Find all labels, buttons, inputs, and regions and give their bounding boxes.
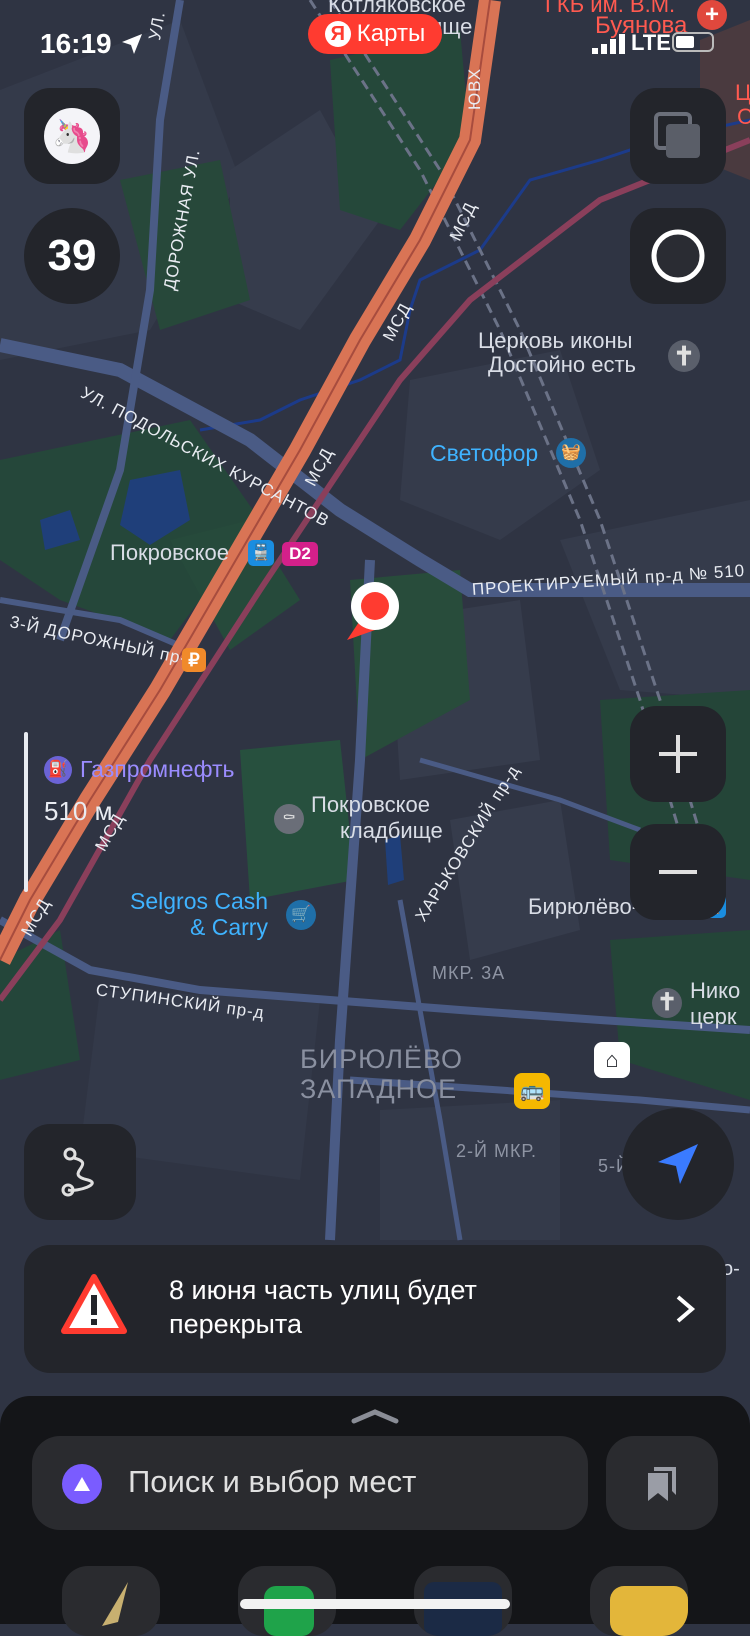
status-bar: 16:19 Я Карты LTE xyxy=(0,0,750,90)
navigation-arrow-icon xyxy=(658,1144,698,1184)
battery-icon xyxy=(672,32,714,52)
fuel-icon[interactable]: ⛽ xyxy=(44,756,72,784)
shop-basket-icon[interactable]: 🧺 xyxy=(556,438,586,468)
mkr-3a-label: МКР. 3А xyxy=(432,963,506,983)
network-type: LTE xyxy=(631,30,671,55)
alert-message: 8 июня часть улиц будет перекрыта xyxy=(169,1275,477,1339)
train-icon[interactable]: 🚆 xyxy=(248,540,274,566)
poi-cemetery-label-2[interactable]: кладбище xyxy=(340,818,443,844)
poi-cemetery-label[interactable]: Покровское xyxy=(311,792,430,818)
route-button[interactable] xyxy=(24,1124,136,1220)
status-time: 16:19 xyxy=(40,28,112,59)
quick-action-navigator[interactable] xyxy=(62,1566,160,1636)
bus-stop-icon[interactable]: 🚌 xyxy=(514,1073,550,1109)
alice-button[interactable] xyxy=(630,208,726,304)
bottom-sheet[interactable]: Поиск и выбор мест xyxy=(0,1396,750,1636)
alice-ring-icon xyxy=(651,229,705,283)
minus-icon xyxy=(659,870,697,874)
atm-ruble-icon[interactable]: ₽ xyxy=(182,648,206,672)
label-edge-s: С xyxy=(737,104,750,129)
search-placeholder: Поиск и выбор мест xyxy=(128,1464,417,1499)
quick-action-taxi[interactable] xyxy=(590,1566,688,1636)
avatar: 🦄 xyxy=(44,108,100,164)
warning-icon xyxy=(61,1274,127,1334)
cemetery-icon[interactable]: ⚰ xyxy=(274,804,304,834)
alice-icon xyxy=(62,1464,102,1504)
signal-icon xyxy=(592,34,625,54)
mkr-2-label: 2-Й МКР. xyxy=(456,1141,538,1161)
district-label: БИРЮЛЁВО xyxy=(300,1044,464,1074)
poi-niko-label[interactable]: Нико xyxy=(690,978,740,1004)
location-pin-icon[interactable] xyxy=(345,580,401,642)
layers-icon xyxy=(654,112,700,158)
poi-pokrovskoe-station-label[interactable]: Покровское xyxy=(110,540,229,566)
yandex-maps-badge[interactable]: Я Карты xyxy=(308,14,442,54)
profile-button[interactable]: 🦄 xyxy=(24,88,120,184)
poi-selgros-label-2[interactable]: & Carry xyxy=(190,914,268,941)
home-indicator[interactable] xyxy=(240,1599,510,1609)
poi-gazprom-label[interactable]: Газпромнефть xyxy=(80,756,235,783)
location-arrow-icon xyxy=(122,34,142,54)
brand-name: Карты xyxy=(356,20,426,47)
cart-icon[interactable]: 🛒 xyxy=(286,900,316,930)
poi-selgros-label[interactable]: Selgros Cash xyxy=(130,888,268,915)
church-icon[interactable]: ✝ xyxy=(668,340,700,372)
sheet-handle-icon[interactable] xyxy=(350,1408,400,1424)
poi-church-label[interactable]: Церковь иконы xyxy=(478,328,632,354)
scale-bar xyxy=(24,732,28,892)
zoom-in-button[interactable] xyxy=(630,706,726,802)
home-icon[interactable]: ⌂ xyxy=(594,1042,630,1078)
route-squiggle-icon xyxy=(61,1147,94,1197)
search-input[interactable]: Поиск и выбор мест xyxy=(32,1436,588,1530)
zoom-out-button[interactable] xyxy=(630,824,726,920)
my-location-button[interactable] xyxy=(622,1108,734,1220)
d2-badge: D2 xyxy=(282,542,318,566)
district-label-2: ЗАПАДНОЕ xyxy=(300,1074,458,1104)
church-icon[interactable]: ✝ xyxy=(652,988,682,1018)
brand-letter: Я xyxy=(324,21,351,47)
speed-value: 39 xyxy=(47,231,97,280)
poi-niko-label-2[interactable]: церк xyxy=(690,1004,736,1030)
poi-church-label-2[interactable]: Достойно есть xyxy=(488,352,636,378)
scale-label: 510 м xyxy=(44,796,113,826)
bookmarks-button[interactable] xyxy=(606,1436,718,1530)
speed-indicator: 39 xyxy=(24,208,120,304)
plus-icon xyxy=(659,735,697,773)
layers-button[interactable] xyxy=(630,88,726,184)
poi-svetofor-label[interactable]: Светофор xyxy=(430,440,538,467)
road-closure-alert[interactable]: 8 июня часть улиц будет перекрыта xyxy=(24,1245,726,1373)
bookmarks-icon xyxy=(648,1467,676,1501)
chevron-right-icon xyxy=(676,1295,696,1323)
